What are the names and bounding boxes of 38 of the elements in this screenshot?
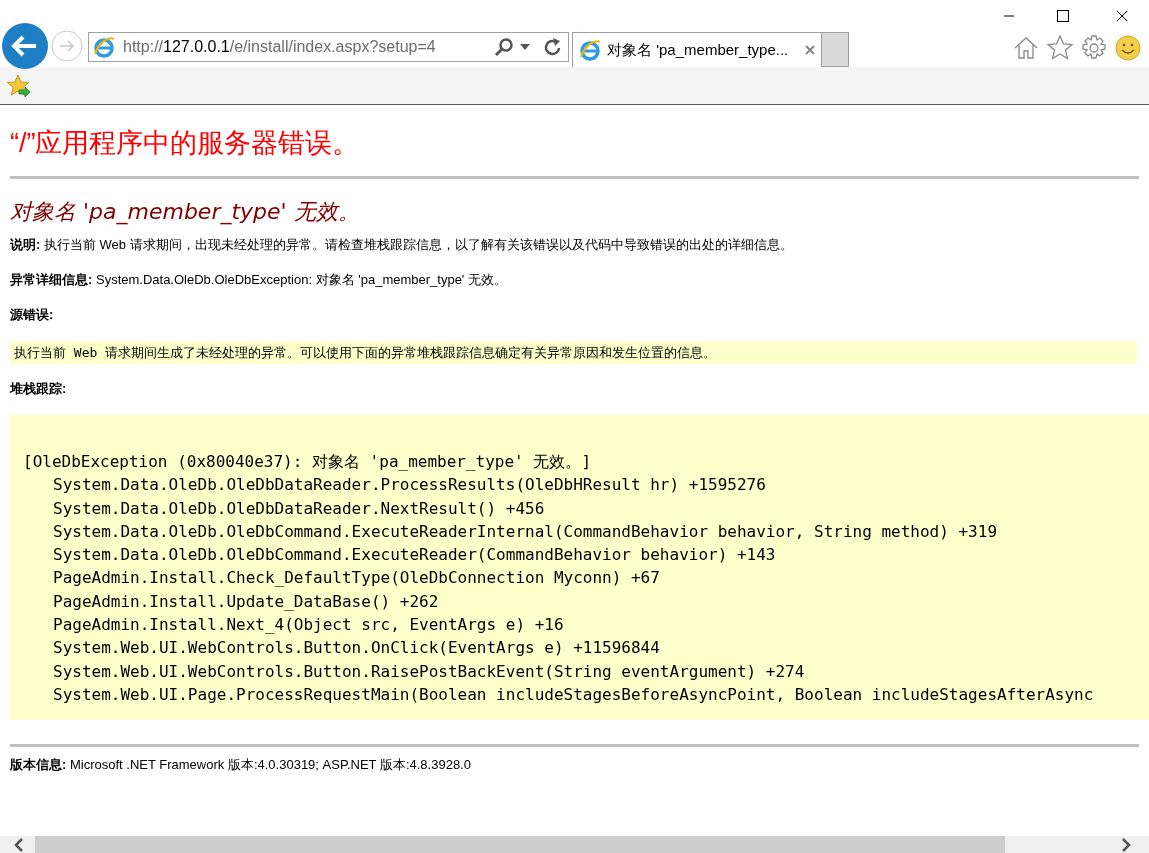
refresh-icon[interactable] (544, 37, 562, 57)
source-error-message: 执行当前 Web 请求期间生成了未经处理的异常。可以使用下面的异常堆栈跟踪信息确定有关异常原因和发生位置的信息。 (10, 341, 1137, 364)
settings-icon[interactable] (1081, 35, 1107, 61)
stack-frame-line: System.Data.OleDb.OleDbCommand.ExecuteReaderInternal(CommandBehavior behavior, String method) +319 (52, 520, 998, 543)
close-tab-icon[interactable] (805, 45, 815, 55)
page-title: “/”应用程序中的服务器错误。 (10, 127, 361, 160)
back-button[interactable] (2, 23, 48, 69)
stack-frame-line: PageAdmin.Install.Update_DataBase() +262 (52, 590, 440, 613)
browser-logo-icon (579, 39, 601, 61)
favorites-star-icon[interactable] (1047, 35, 1073, 61)
smiley-icon[interactable] (1115, 35, 1141, 61)
browser-logo-icon (93, 36, 115, 58)
error-heading: 对象名 'pa_member_type' 无效。 (10, 198, 361, 226)
source-error-label: 源错误: (10, 306, 55, 324)
url-text: http://127.0.0.1/e/install/index.aspx?setup=4 (123, 37, 436, 57)
favorites-star-icon[interactable] (7, 73, 31, 98)
search-icon[interactable] (494, 37, 514, 57)
stack-frame-line: PageAdmin.Install.Next_4(Object src, EventArgs e) +16 (52, 614, 565, 637)
exception-line: [OleDbException (0x80040e37): 对象名 'pa_member_type' 无效。] (23, 451, 592, 473)
close-icon[interactable] (1115, 10, 1128, 22)
stack-frame-line: System.Web.UI.Page.ProcessRequestMain(Boolean includeStagesBeforeAsyncPoint, Boolean includeStagesAfterAsync (52, 683, 1095, 706)
exception-details-text: 异常详细信息: System.Data.OleDb.OleDbException: 对象名 'pa_member_type' 无效。 (10, 271, 508, 289)
version-info-text: 版本信息: Microsoft .NET Framework 版本:4.0.30319; ASP.NET 版本:4.8.3928.0 (10, 756, 472, 774)
description-text: 说明: 执行当前 Web 请求期间，出现未经处理的异常。请检查堆栈跟踪信息，以了解有关该错误以及代码中导致错误的出处的详细信息。 (10, 236, 794, 254)
browser-tab[interactable]: 对象名 'pa_member_type... (572, 32, 822, 67)
stack-trace-label: 堆栈跟踪: (10, 380, 68, 398)
stack-frame-line: System.Data.OleDb.OleDbDataReader.NextResult() +456 (52, 497, 546, 520)
address-bar[interactable]: http://127.0.0.1/e/install/index.aspx?setup=4 (88, 32, 569, 62)
maximize-icon[interactable] (1057, 10, 1069, 22)
stack-frame-line: System.Web.UI.WebControls.Button.RaisePostBackEvent(String eventArgument) +274 (52, 660, 806, 683)
stack-frame-line: System.Data.OleDb.OleDbDataReader.ProcessResults(OleDbHResult hr) +1595276 (52, 474, 767, 497)
stack-frame-line: System.Data.OleDb.OleDbCommand.ExecuteReader(CommandBehavior behavior) +143 (52, 544, 777, 567)
stack-frame-line: System.Web.UI.WebControls.Button.OnClick(EventArgs e) +11596844 (52, 637, 661, 660)
horizontal-scrollbar[interactable] (0, 836, 1149, 853)
scrollbar-thumb[interactable] (35, 836, 1005, 853)
home-icon[interactable] (1013, 35, 1039, 61)
stack-frame-line: PageAdmin.Install.Check_DefaultType(OleDbConnection Myconn) +67 (52, 567, 661, 590)
dropdown-caret-icon[interactable] (520, 44, 530, 50)
